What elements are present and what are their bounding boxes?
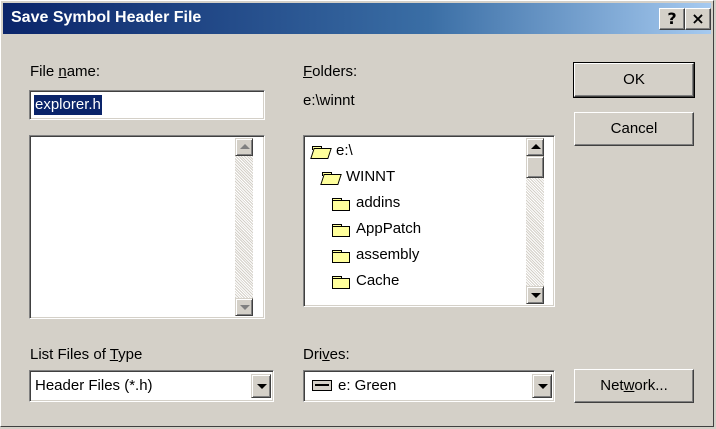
up-arrow-icon (240, 144, 250, 149)
folder-item-label: AppPatch (356, 220, 422, 237)
folder-item-label: WINNT (346, 168, 396, 185)
file-type-label: List Files of Type (30, 346, 143, 363)
up-arrow-icon (531, 144, 541, 149)
folder-item-label: assembly (356, 246, 420, 263)
drives-value: e: Green (338, 377, 397, 394)
file-list[interactable] (29, 135, 265, 319)
dialog-title: Save Symbol Header File (11, 9, 202, 26)
open-folder-icon (310, 146, 332, 159)
file-type-select[interactable]: Header Files (*.h) (29, 370, 274, 402)
drives-label: Drives: (303, 346, 350, 363)
folders-label: Folders: (303, 63, 358, 80)
folder-list-scroll-down[interactable] (526, 286, 544, 304)
ok-button[interactable]: OK (573, 62, 695, 98)
open-folder-icon (320, 172, 342, 185)
folder-list-scroll-thumb[interactable] (526, 156, 544, 178)
folder-icon (332, 198, 350, 211)
file-list-scroll-down[interactable] (235, 298, 253, 316)
help-button[interactable]: ? (659, 8, 685, 30)
drives-dropdown-button[interactable] (532, 374, 552, 398)
file-list-scroll-up[interactable] (235, 138, 253, 156)
folder-item-label: addins (356, 194, 401, 211)
drives-select[interactable]: e: Green (303, 370, 555, 402)
chevron-down-icon (257, 384, 267, 389)
network-button[interactable]: Network... (574, 369, 694, 403)
down-arrow-icon (240, 305, 250, 310)
folder-item-label: Cache (356, 272, 400, 289)
folder-list-scrollbar[interactable] (526, 138, 544, 304)
file-list-scrollbar[interactable] (235, 138, 253, 316)
close-icon: × (691, 9, 705, 28)
folder-tree: e:\ WINNT addins AppPatch assembly Cache (304, 136, 532, 304)
file-type-value: Header Files (*.h) (35, 377, 153, 394)
folder-icon (332, 224, 350, 237)
title-bar[interactable]: Save Symbol Header File ? × (3, 3, 711, 34)
down-arrow-icon (531, 293, 541, 298)
drive-icon (312, 380, 332, 391)
file-type-dropdown-button[interactable] (251, 374, 271, 398)
cancel-button[interactable]: Cancel (574, 112, 694, 146)
current-folder-path: e:\winnt (303, 92, 355, 109)
folder-list-scroll-up[interactable] (526, 138, 544, 156)
folder-list[interactable]: e:\ WINNT addins AppPatch assembly Cache (303, 135, 555, 307)
folder-item-label: e:\ (336, 142, 353, 159)
close-button[interactable]: × (685, 8, 711, 30)
folder-icon (332, 276, 350, 289)
chevron-down-icon (538, 384, 548, 389)
file-name-label: File name: (30, 63, 101, 80)
file-name-value: explorer.h (34, 95, 102, 115)
file-name-input[interactable]: explorer.h (29, 90, 265, 120)
folder-icon (332, 250, 350, 263)
